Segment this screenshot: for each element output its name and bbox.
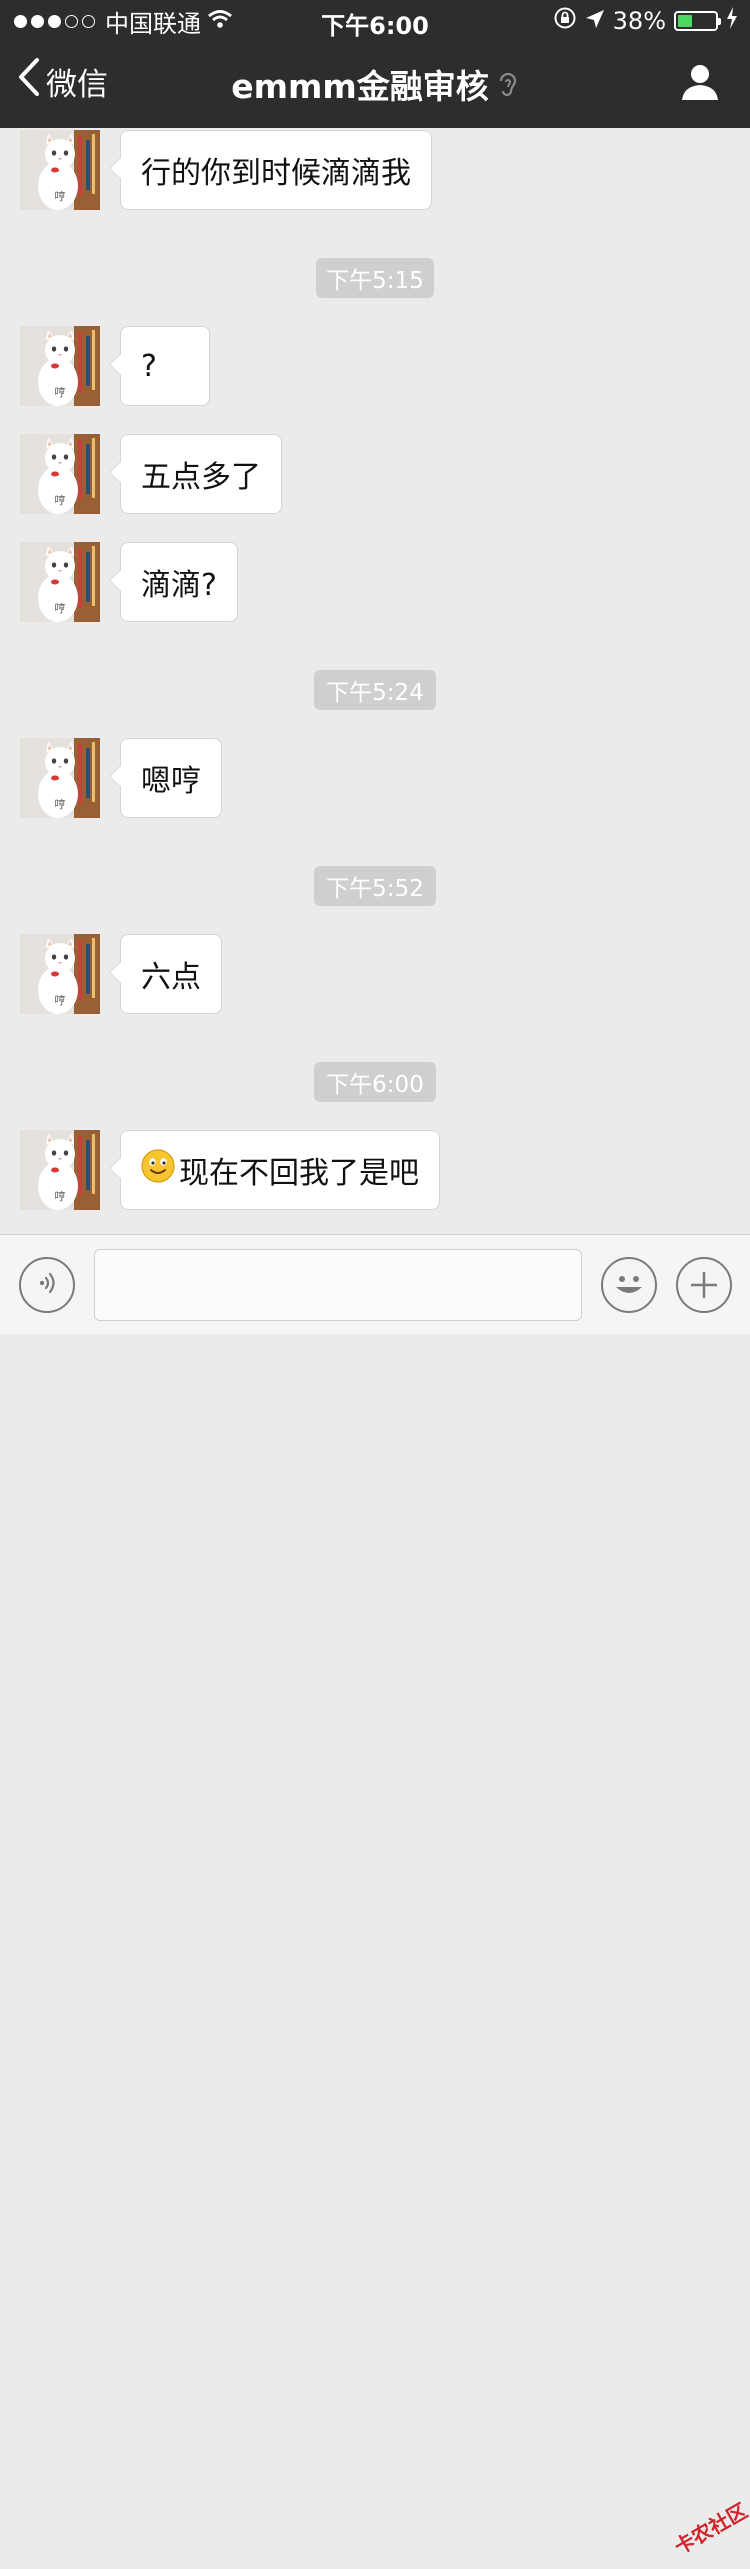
message-bubble[interactable]: 五点多了 (120, 434, 282, 514)
message-text: 行的你到时候滴滴我 (141, 156, 411, 191)
message-text: 六点 (141, 960, 201, 995)
emoji-icon (603, 1276, 655, 1315)
message-input[interactable] (94, 1249, 582, 1321)
watermark-text: 卡农社区 (670, 2498, 750, 2560)
avatar[interactable]: 哼 (20, 1130, 100, 1210)
lock-rotation-icon (553, 6, 577, 36)
voice-icon (33, 1269, 61, 1301)
avatar[interactable]: 哼 (20, 738, 100, 818)
avatar[interactable]: 哼 (20, 434, 100, 514)
message-bubble[interactable]: 现在不回我了是吧 (120, 1130, 440, 1210)
message-bubble[interactable]: 行的你到时候滴滴我 (120, 130, 432, 210)
battery-percent: 38% (612, 7, 666, 35)
message-bubble[interactable]: 六点 (120, 934, 222, 1014)
timestamp: 下午5:52 (314, 866, 436, 906)
message-bubble[interactable]: ? (120, 326, 210, 406)
avatar-caption: 哼 (55, 1189, 66, 1203)
smile-emoji-icon (141, 1149, 175, 1191)
top-bar: 中国联通 下午6:00 38% 微信 emmm金融审核 (0, 0, 750, 128)
message-text: 现在不回我了是吧 (179, 1156, 419, 1191)
status-bar: 中国联通 下午6:00 38% (0, 0, 750, 40)
avatar[interactable]: 哼 (20, 542, 100, 622)
chat-info-button[interactable] (680, 62, 720, 106)
emoji-button[interactable] (601, 1257, 657, 1313)
page-title: emmm金融审核 (0, 60, 750, 108)
avatar-caption: 哼 (55, 493, 66, 507)
timestamp: 下午6:00 (314, 1062, 436, 1102)
message-bubble[interactable]: 滴滴? (120, 542, 238, 622)
avatar[interactable]: 哼 (20, 934, 100, 1014)
avatar-caption: 哼 (55, 189, 66, 203)
avatar-caption: 哼 (55, 993, 66, 1007)
input-bar: 卡农社区 (0, 1234, 750, 2559)
charging-icon (726, 7, 738, 35)
profile-icon (680, 65, 720, 106)
avatar[interactable]: 哼 (20, 130, 100, 210)
message-text: 五点多了 (141, 460, 261, 495)
chat-title: emmm金融审核 (231, 67, 489, 106)
avatar-caption: 哼 (55, 797, 66, 811)
more-button[interactable] (676, 1257, 732, 1313)
nav-bar: 微信 emmm金融审核 (0, 40, 750, 128)
message-text: 嗯哼 (141, 764, 201, 799)
watermark: 卡农社区 (650, 2487, 750, 2569)
battery-icon (674, 11, 721, 31)
timestamp: 下午5:24 (314, 670, 436, 710)
plus-icon (678, 1272, 730, 1315)
avatar-caption: 哼 (55, 601, 66, 615)
battery-level (678, 15, 692, 27)
status-right: 38% (553, 6, 738, 36)
timestamp: 下午5:15 (316, 258, 434, 298)
message-list[interactable]: 哼 行的你到时候滴滴我 下午5:15 哼 ? 哼 五点多了 哼 滴滴? 下午5:… (0, 128, 750, 1234)
message-bubble[interactable]: 嗯哼 (120, 738, 222, 818)
avatar[interactable]: 哼 (20, 326, 100, 406)
ear-icon (497, 69, 519, 108)
message-text: 滴滴? (141, 568, 217, 603)
voice-button[interactable] (19, 1257, 75, 1313)
message-text: ? (141, 348, 157, 384)
location-arrow-icon (585, 7, 605, 35)
avatar-caption: 哼 (55, 385, 66, 399)
